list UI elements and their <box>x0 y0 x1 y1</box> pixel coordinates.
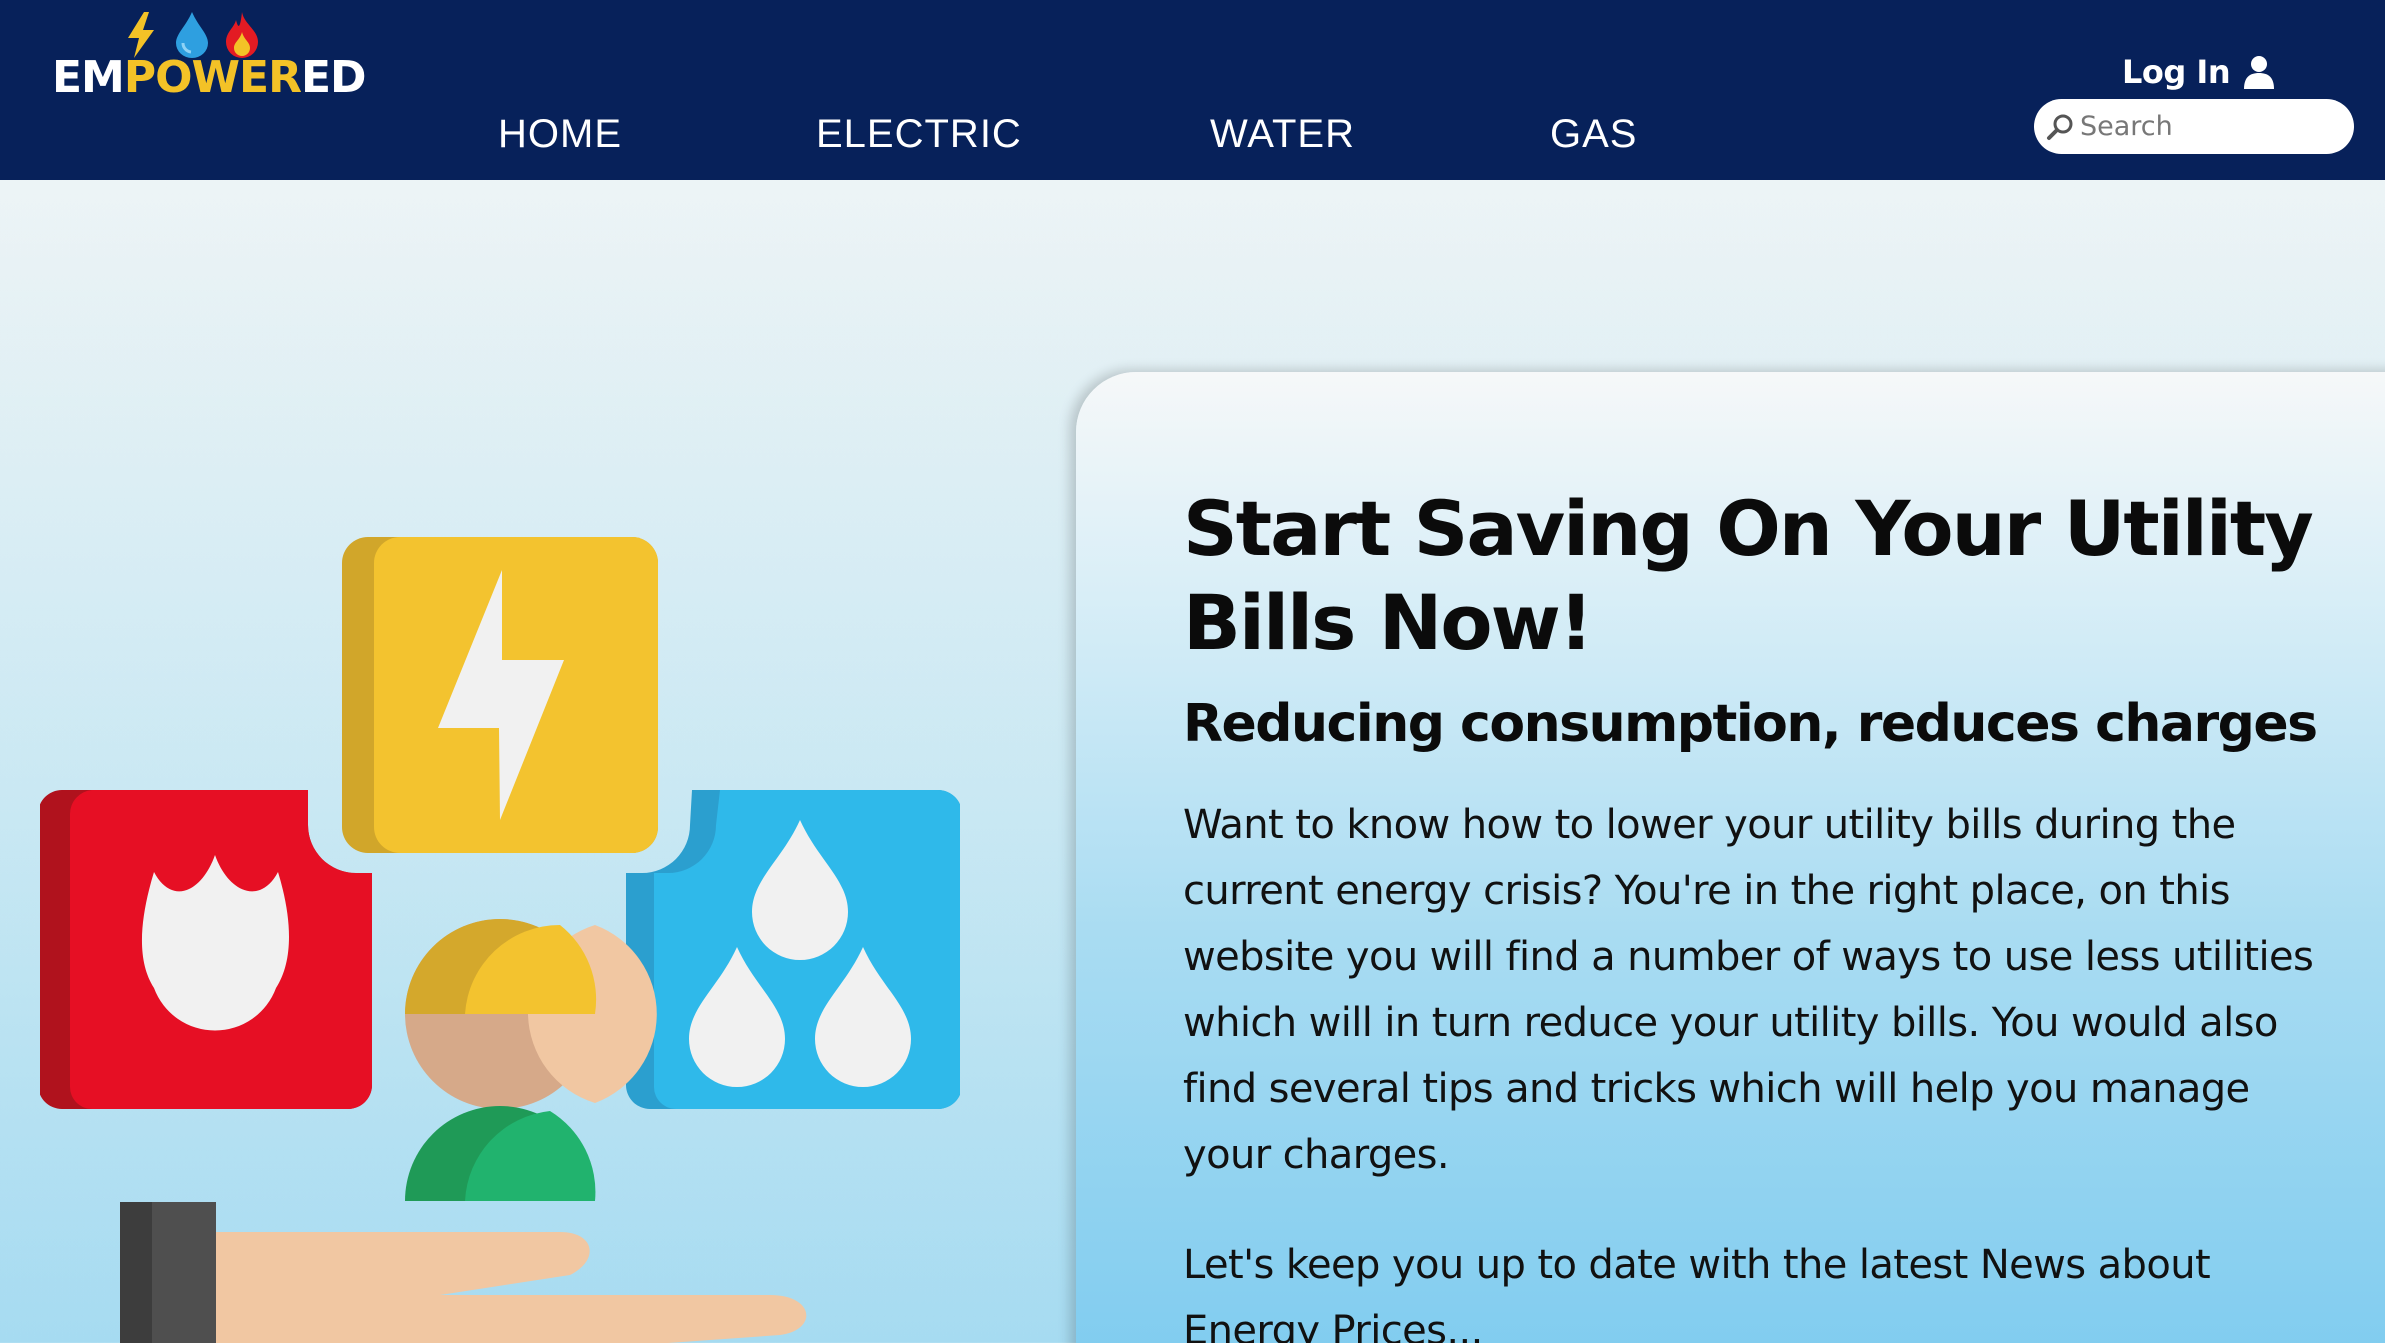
nav-home[interactable]: HOME <box>498 112 622 157</box>
login-button[interactable]: Log In <box>2122 50 2275 94</box>
search-input[interactable] <box>2080 111 2340 142</box>
utilities-illustration <box>38 537 962 1343</box>
hero-subtitle: Reducing consumption, reduces charges <box>1183 694 2318 754</box>
logo-text-ed: ED <box>300 52 367 103</box>
person-figure <box>405 919 657 1201</box>
search-icon[interactable] <box>2046 113 2074 141</box>
site-header: EMPOWERED HOME ELECTRIC WATER GAS Log In <box>0 0 2385 180</box>
login-label: Log In <box>2122 53 2231 91</box>
search-box <box>2034 99 2354 154</box>
hero-illustration <box>38 520 962 1343</box>
water-block <box>626 790 962 1109</box>
logo-text-power: POWER <box>123 52 302 103</box>
gas-block <box>38 790 373 1109</box>
user-icon <box>2244 56 2275 89</box>
hand-figure <box>120 1202 807 1343</box>
hero-title: Start Saving On Your Utility Bills Now! <box>1183 484 2314 667</box>
news-teaser: Let's keep you up to date with the lates… <box>1183 1242 2211 1343</box>
hero-description: Want to know how to lower your utility b… <box>1183 802 2314 1178</box>
electric-block <box>342 537 658 853</box>
nav-gas[interactable]: GAS <box>1550 112 1637 157</box>
nav-electric[interactable]: ELECTRIC <box>816 112 1022 157</box>
site-logo[interactable]: EMPOWERED <box>52 8 367 108</box>
logo-text-em: EM <box>52 52 125 103</box>
hero-card: Start Saving On Your Utility Bills Now! … <box>1076 372 2385 1343</box>
logo-wordmark: EMPOWERED <box>52 56 367 100</box>
nav-water[interactable]: WATER <box>1210 112 1355 157</box>
